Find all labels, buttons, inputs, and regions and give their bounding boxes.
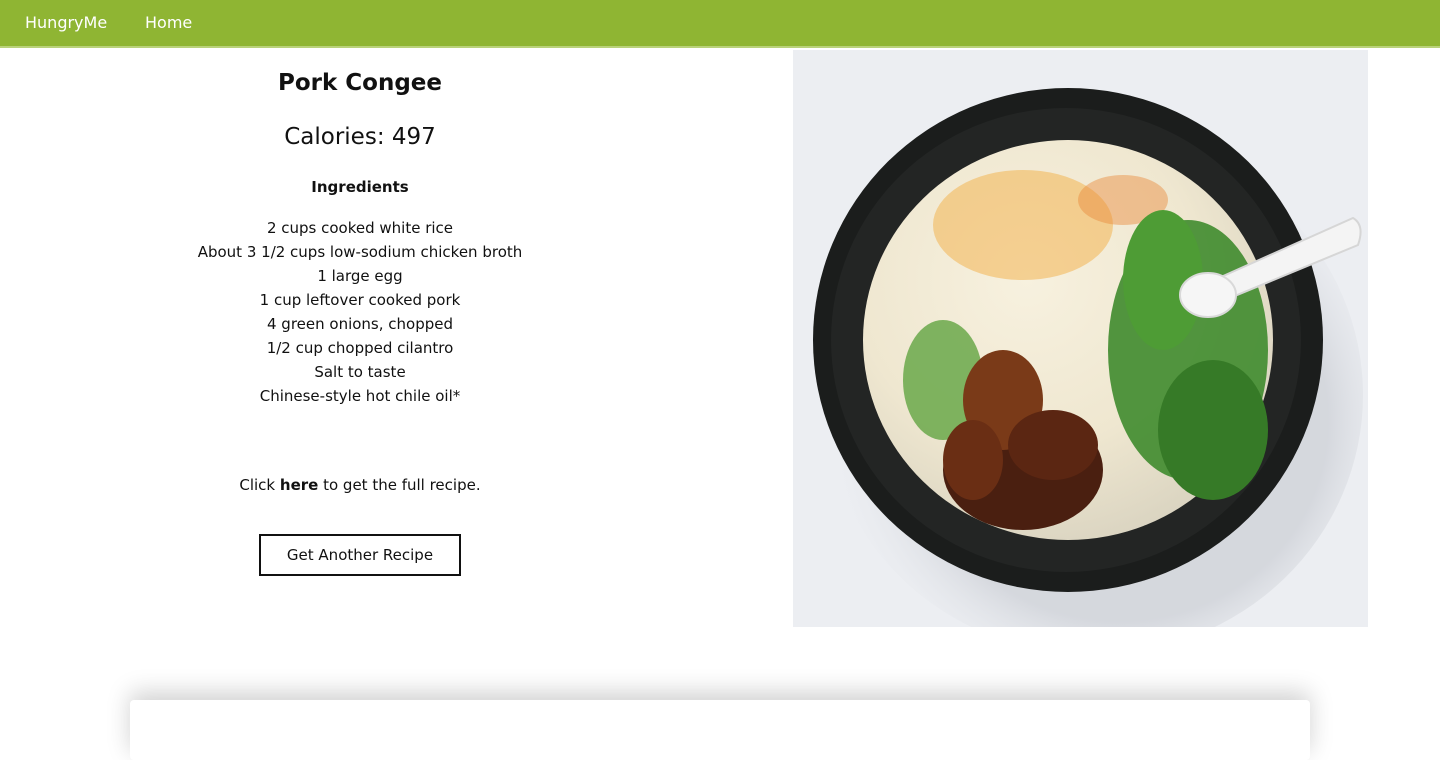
brand-link[interactable]: HungryMe [25, 13, 107, 32]
recipe-calories: Calories: 497 [284, 124, 436, 150]
ingredient-item: 2 cups cooked white rice [266, 219, 454, 237]
ingredient-item: 4 green onions, chopped [266, 315, 453, 333]
congee-bowl-icon [793, 50, 1368, 627]
ingredient-item: 1/2 cup chopped cilantro [266, 339, 454, 357]
full-recipe-link[interactable]: here [280, 476, 318, 494]
recipe-title: Pork Congee [277, 70, 443, 96]
ingredients-list: 2 cups cooked white rice About 3 1/2 cup… [0, 216, 720, 408]
ingredient-item: About 3 1/2 cups low-sodium chicken brot… [197, 243, 523, 261]
navbar: HungryMe Home [0, 0, 1440, 48]
cta-prefix: Click [239, 476, 280, 494]
ingredient-item: 1 cup leftover cooked pork [259, 291, 461, 309]
full-recipe-text: Click here to get the full recipe. [0, 475, 720, 495]
ingredient-item: Salt to taste [314, 363, 406, 381]
cta-suffix: to get the full recipe. [318, 476, 481, 494]
ingredients-heading: Ingredients [311, 178, 409, 196]
ingredient-item: 1 large egg [317, 267, 403, 285]
get-another-recipe-button[interactable]: Get Another Recipe [259, 534, 461, 576]
ingredient-item: Chinese-style hot chile oil* [259, 387, 461, 405]
recipe-photo [793, 50, 1368, 627]
nav-home-link[interactable]: Home [145, 13, 192, 32]
footer-card-edge [130, 700, 1310, 760]
